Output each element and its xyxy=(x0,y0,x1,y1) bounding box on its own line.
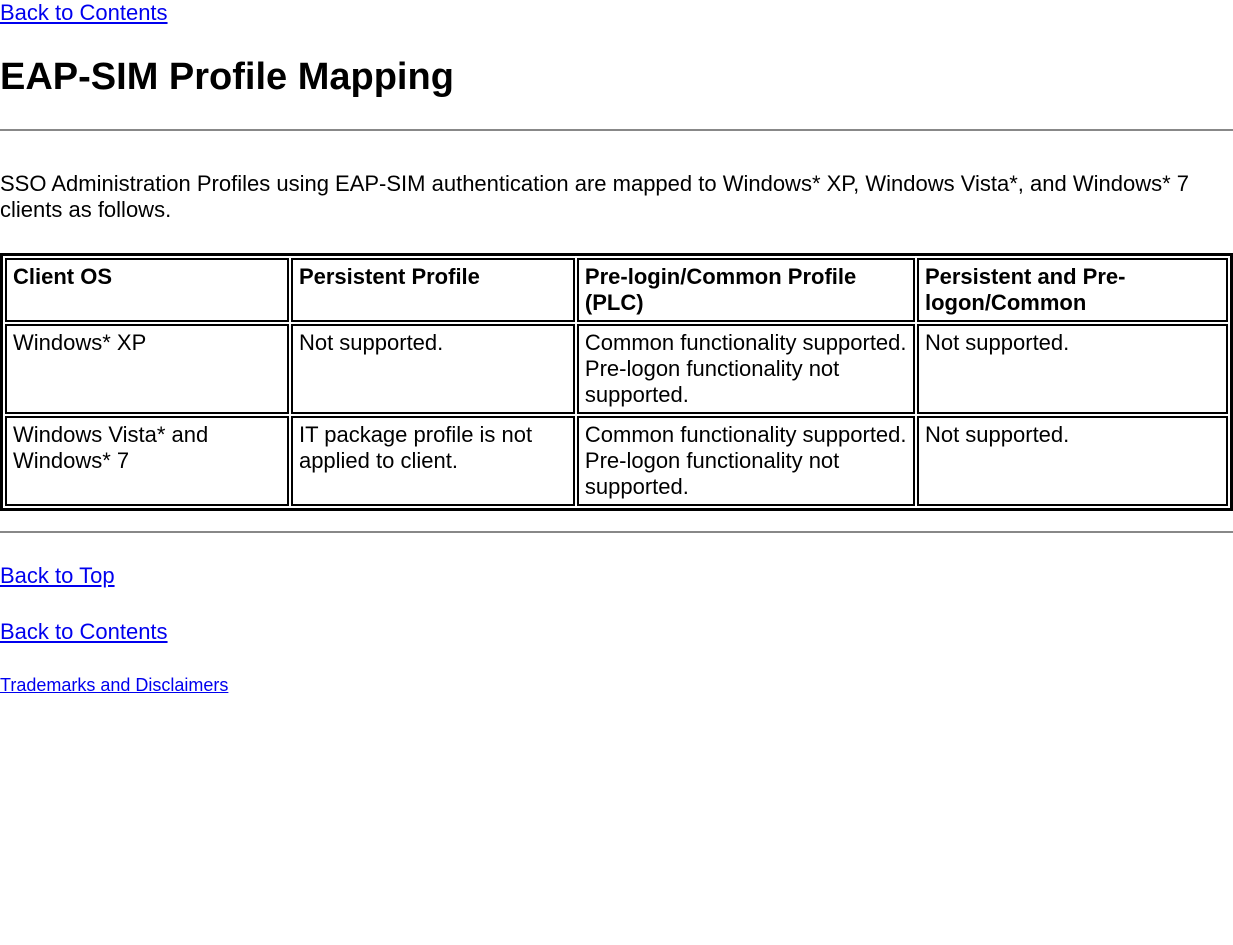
cell-client-os: Windows Vista* and Windows* 7 xyxy=(5,416,289,506)
cell-line2: Pre-logon functionality not supported. xyxy=(585,356,839,407)
cell-prelogin-common: Common functionality supported. Pre-logo… xyxy=(577,416,915,506)
cell-persistent-profile: IT package profile is not applied to cli… xyxy=(291,416,575,506)
mapping-table: Client OS Persistent Profile Pre-login/C… xyxy=(0,253,1233,511)
back-to-top-link[interactable]: Back to Top xyxy=(0,563,115,588)
table-row: Windows Vista* and Windows* 7 IT package… xyxy=(5,416,1228,506)
trademarks-link[interactable]: Trademarks and Disclaimers xyxy=(0,675,228,695)
cell-line2: Pre-logon functionality not supported. xyxy=(585,448,839,499)
cell-line1: Common functionality supported. xyxy=(585,330,907,355)
divider-top xyxy=(0,129,1233,131)
header-client-os: Client OS xyxy=(5,258,289,322)
table-row: Windows* XP Not supported. Common functi… xyxy=(5,324,1228,414)
header-persistent-profile: Persistent Profile xyxy=(291,258,575,322)
header-persistent-prelogon: Persistent and Pre-logon/Common xyxy=(917,258,1228,322)
back-to-contents-link-top[interactable]: Back to Contents xyxy=(0,0,168,25)
back-to-contents-link-bottom[interactable]: Back to Contents xyxy=(0,619,168,644)
page-title: EAP-SIM Profile Mapping xyxy=(0,56,1233,99)
header-prelogin-common: Pre-login/Common Profile (PLC) xyxy=(577,258,915,322)
table-header-row: Client OS Persistent Profile Pre-login/C… xyxy=(5,258,1228,322)
cell-persistent-prelogon: Not supported. xyxy=(917,324,1228,414)
cell-client-os: Windows* XP xyxy=(5,324,289,414)
intro-text: SSO Administration Profiles using EAP-SI… xyxy=(0,171,1233,223)
divider-bottom xyxy=(0,531,1233,533)
cell-line1: Common functionality supported. xyxy=(585,422,907,447)
cell-persistent-prelogon: Not supported. xyxy=(917,416,1228,506)
cell-prelogin-common: Common functionality supported. Pre-logo… xyxy=(577,324,915,414)
cell-persistent-profile: Not supported. xyxy=(291,324,575,414)
